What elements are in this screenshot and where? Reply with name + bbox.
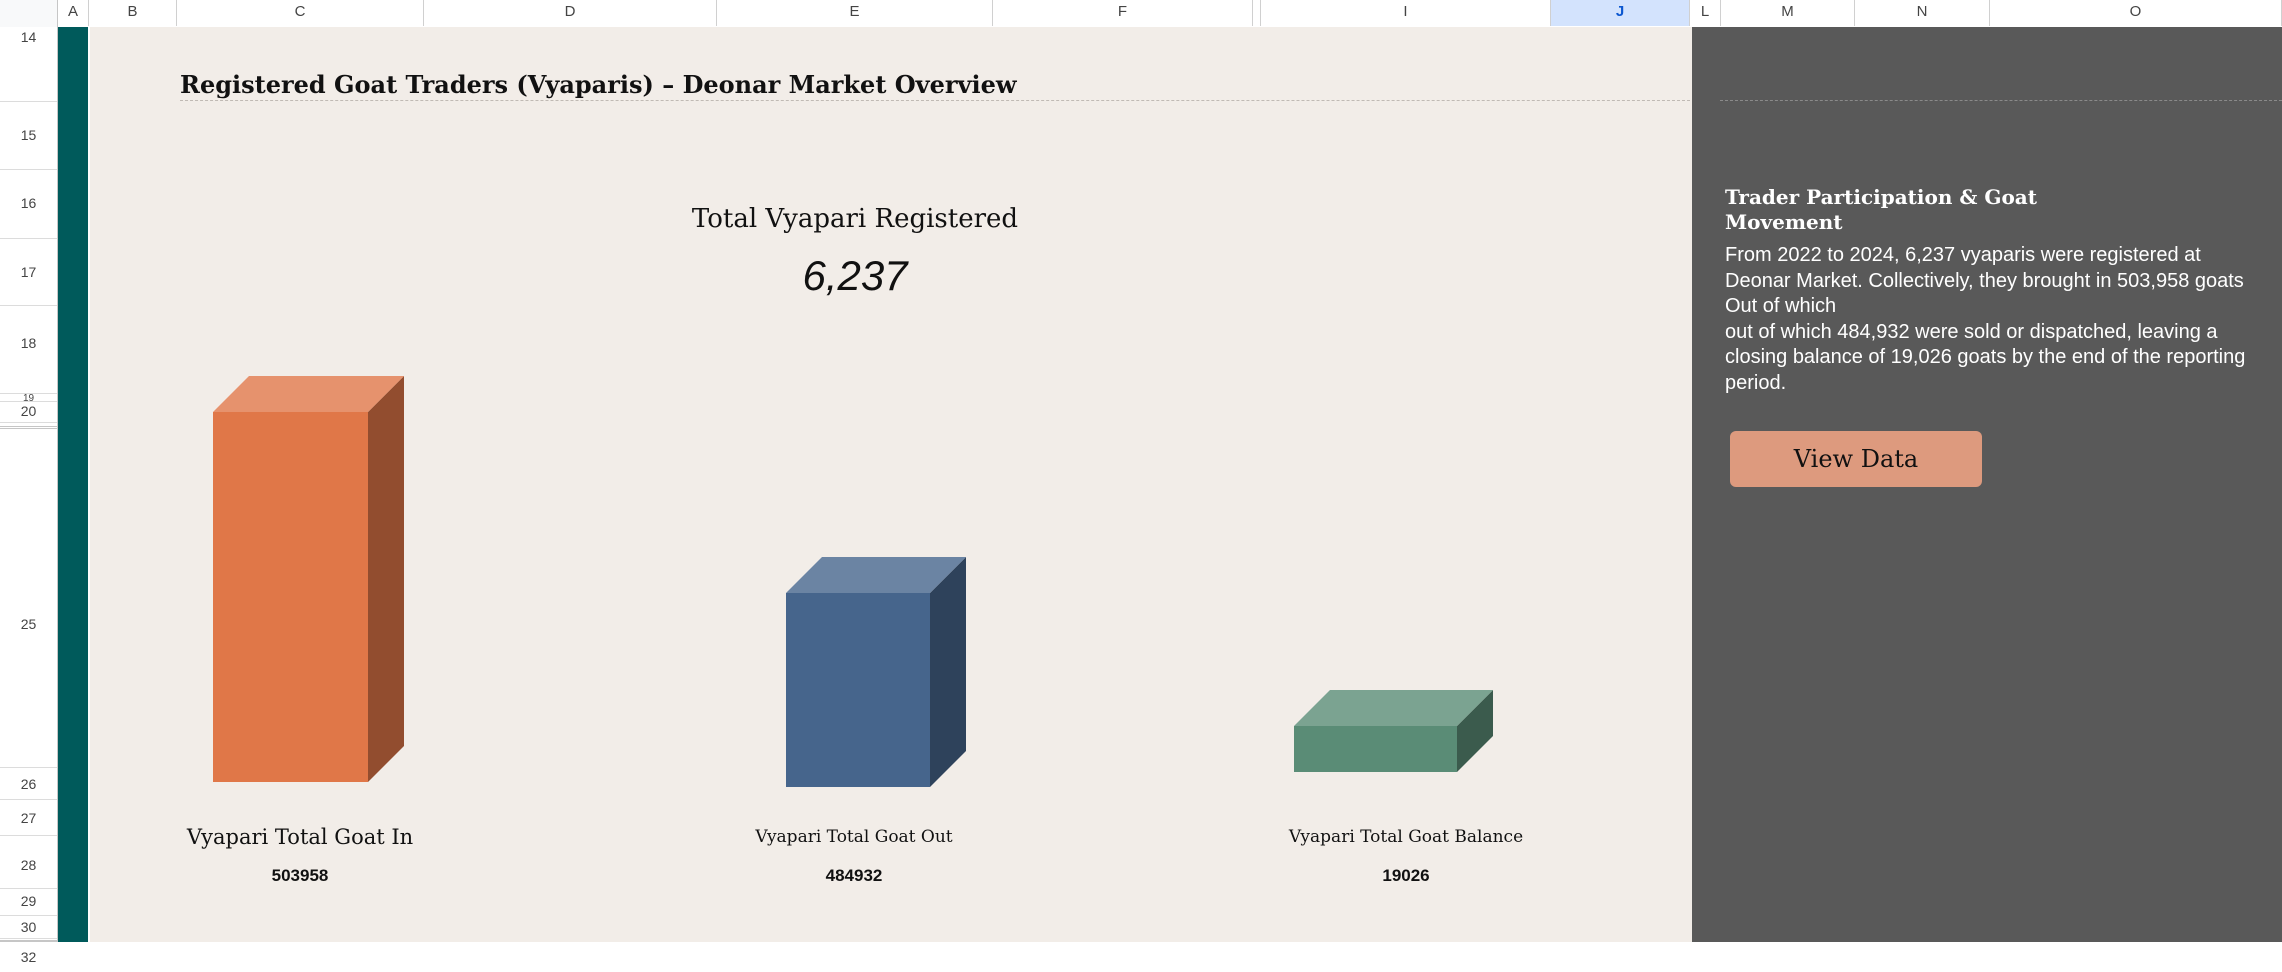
column-header-m[interactable]: M: [1721, 0, 1855, 26]
side-panel-description: From 2022 to 2024, 6,237 vyaparis were r…: [1725, 243, 2282, 396]
bar-side-goat-out: [930, 557, 966, 787]
side-title-line: Movement: [1725, 210, 1843, 234]
side-panel-title: Trader Participation & Goat Movement: [1725, 185, 2055, 235]
bar-label-goat-out: Vyapari Total Goat Out: [755, 827, 953, 847]
bar-front-goat-out: [786, 593, 930, 787]
description-line: From 2022 to 2024, 6,237 vyaparis were r…: [1725, 244, 2201, 266]
column-header-n[interactable]: N: [1855, 0, 1990, 26]
description-line: period.: [1725, 371, 1787, 394]
view-data-button[interactable]: View Data: [1730, 431, 1982, 487]
side-title-line: Trader Participation & Goat: [1725, 185, 2038, 209]
bar-value-goat-out: 484932: [825, 866, 883, 885]
bar-label-goat-balance: Vyapari Total Goat Balance: [1288, 827, 1524, 847]
bar-value-goat-balance: 19026: [1382, 866, 1430, 885]
bar-front-goat-balance: [1294, 726, 1457, 772]
bar-side-goat-in: [368, 376, 404, 782]
description-line: out of which 484,932 were sold or dispat…: [1725, 320, 2218, 343]
column-header-l[interactable]: L: [1690, 0, 1721, 26]
description-line: Deonar Market. Collectively, they brough…: [1725, 269, 2244, 292]
bar-value-goat-in: 503958: [271, 866, 329, 885]
goat-movement-chart: [213, 376, 1493, 787]
description-line: closing balance of 19,026 goats by the e…: [1725, 346, 2246, 368]
bar-label-goat-in: Vyapari Total Goat In: [186, 825, 414, 849]
side-divider: [1720, 100, 2282, 101]
row-header-32[interactable]: 32: [0, 942, 57, 969]
bar-front-goat-in: [213, 412, 368, 782]
description-line: Out of which: [1725, 295, 1837, 317]
column-header-o[interactable]: O: [1990, 0, 2282, 26]
